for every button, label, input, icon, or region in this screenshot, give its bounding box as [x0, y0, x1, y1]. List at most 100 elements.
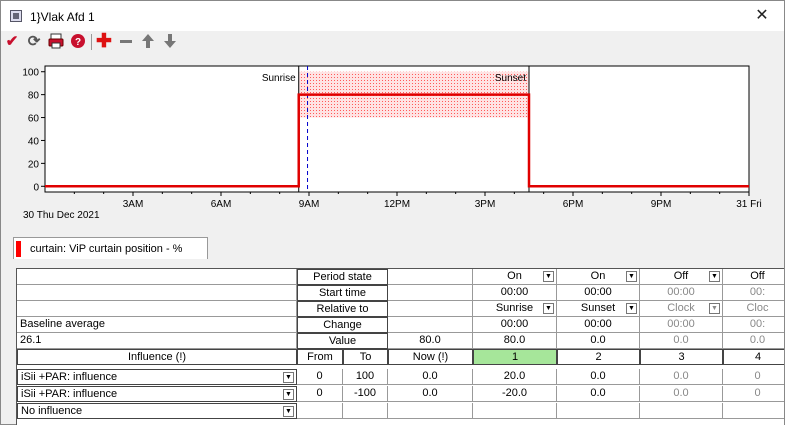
influence-select[interactable]: iSii +PAR: influence ▼ [17, 386, 297, 402]
help-icon[interactable]: ? [69, 33, 87, 51]
tab-label: curtain: ViP curtain position - % [30, 243, 183, 255]
add-icon[interactable]: ✚ [95, 32, 113, 51]
influence-to-field[interactable]: 100 [343, 369, 388, 385]
baseline-average-label: Baseline average [17, 317, 297, 333]
influence-select[interactable]: iSii +PAR: influence ▼ [17, 369, 297, 385]
baseline-average-value: 26.1 [17, 333, 297, 349]
title-bar: 1}Vlak Afd 1 ✕ [1, 1, 784, 31]
toolbar-separator [91, 34, 92, 50]
tab-curtain-position[interactable]: curtain: ViP curtain position - % [13, 237, 208, 259]
schedule-grid: Period state On ▼ On ▼ Off ▼ Off Start time… [16, 268, 784, 425]
influence-to-field[interactable]: -100 [343, 386, 388, 402]
y-tick-label: 80 [28, 91, 40, 102]
change-field[interactable]: 00:00 [640, 317, 723, 333]
period-number-header[interactable]: 1 [473, 349, 557, 365]
influence-period-field[interactable]: 20.0 [473, 369, 557, 385]
x-tick-label: 9AM [299, 199, 320, 210]
grid-blank [17, 301, 297, 317]
grid-blank [640, 403, 723, 419]
start-time-field[interactable]: 00:00 [640, 285, 723, 301]
app-window: 1}Vlak Afd 1 ✕ ✔ ⟳ ? ✚ Sunrise Sunset 0 … [0, 0, 785, 425]
sunrise-label: Sunrise [262, 73, 296, 84]
start-time-field[interactable]: 00:00 [557, 285, 640, 301]
relative-to-select[interactable]: Cloc [723, 301, 784, 317]
sunset-label: Sunset [495, 73, 526, 84]
refresh-icon[interactable]: ⟳ [25, 33, 43, 51]
x-tick-label: 31 Fri [736, 199, 762, 210]
x-tick-label: 9PM [651, 199, 672, 210]
grid-blank [388, 301, 473, 317]
influence-now-value: 0.0 [388, 369, 473, 385]
period-number-header[interactable]: 2 [557, 349, 640, 365]
x-tick-label: 6AM [211, 199, 232, 210]
now-header: Now (!) [388, 349, 473, 365]
close-button[interactable]: ✕ [740, 1, 784, 31]
influence-now-value [388, 403, 473, 419]
period-state-select[interactable]: On ▼ [557, 269, 640, 285]
influence-header: Influence (!) [17, 349, 297, 365]
influence-select[interactable]: No influence ▼ [17, 403, 297, 419]
x-tick-label: 12PM [384, 199, 410, 210]
influence-from-field[interactable] [297, 403, 343, 419]
influence-period-field[interactable]: 0.0 [557, 386, 640, 402]
check-icon[interactable]: ✔ [3, 33, 21, 51]
influence-period-field[interactable]: 0.0 [640, 369, 723, 385]
to-header: To [343, 349, 388, 365]
period-number-header[interactable]: 4 [723, 349, 784, 365]
relative-to-select[interactable]: Clock ▼ [640, 301, 723, 317]
grid-blank [388, 285, 473, 301]
y-tick-label: 40 [28, 136, 40, 147]
start-time-field[interactable]: 00:00 [473, 285, 557, 301]
influence-period-field[interactable]: 0 [723, 386, 784, 402]
y-tick-label: 0 [33, 182, 39, 193]
grid-blank [473, 403, 557, 419]
grid-blank [17, 285, 297, 301]
grid-blank [388, 269, 473, 285]
change-label: Change [297, 317, 388, 333]
svg-text:?: ? [75, 37, 81, 48]
y-tick-label: 100 [22, 68, 39, 79]
period-value-field[interactable]: 0.0 [640, 333, 723, 349]
influence-from-field[interactable]: 0 [297, 386, 343, 402]
arrow-down-icon[interactable] [161, 33, 179, 51]
influence-to-field[interactable] [343, 403, 388, 419]
remove-icon[interactable] [117, 33, 135, 51]
app-icon [10, 10, 22, 22]
period-value-field[interactable]: 0.0 [557, 333, 640, 349]
grid-blank [388, 317, 473, 333]
influence-period-field[interactable]: 0 [723, 369, 784, 385]
period-state-label: Period state [297, 269, 388, 285]
period-state-select[interactable]: Off [723, 269, 784, 285]
period-state-select[interactable]: On ▼ [473, 269, 557, 285]
change-field[interactable]: 00:00 [473, 317, 557, 333]
relative-to-select[interactable]: Sunset ▼ [557, 301, 640, 317]
period-state-select[interactable]: Off ▼ [640, 269, 723, 285]
period-value-field[interactable]: 0.0 [723, 333, 784, 349]
y-tick-label: 60 [28, 114, 40, 125]
toolbar: ✔ ⟳ ? ✚ [3, 31, 203, 53]
start-time-label: Start time [297, 285, 388, 301]
influence-period-field[interactable]: 0.0 [640, 386, 723, 402]
window-title: 1}Vlak Afd 1 [30, 10, 95, 24]
arrow-up-icon[interactable] [139, 33, 157, 51]
period-value-field[interactable]: 80.0 [473, 333, 557, 349]
chart-date-label: 30 Thu Dec 2021 [23, 210, 100, 221]
change-field[interactable]: 00:00 [557, 317, 640, 333]
influence-period-field[interactable]: -20.0 [473, 386, 557, 402]
influence-period-field[interactable]: 0.0 [557, 369, 640, 385]
print-icon[interactable] [47, 33, 65, 51]
grid-blank [17, 269, 297, 285]
change-field[interactable]: 00: [723, 317, 784, 333]
tab-color-swatch [16, 241, 21, 257]
curtain-chart: Sunrise Sunset 0 20 40 60 80 100 3AM 6AM 9AM 12PM… [1, 56, 784, 226]
relative-to-select[interactable]: Sunrise ▼ [473, 301, 557, 317]
influence-from-field[interactable]: 0 [297, 369, 343, 385]
x-tick-label: 3PM [475, 199, 496, 210]
relative-to-label: Relative to [297, 301, 388, 317]
influence-now-value: 0.0 [388, 386, 473, 402]
y-tick-label: 20 [28, 159, 40, 170]
grid-blank [557, 403, 640, 419]
start-time-field[interactable]: 00: [723, 285, 784, 301]
grid-blank [723, 403, 784, 419]
period-number-header[interactable]: 3 [640, 349, 723, 365]
